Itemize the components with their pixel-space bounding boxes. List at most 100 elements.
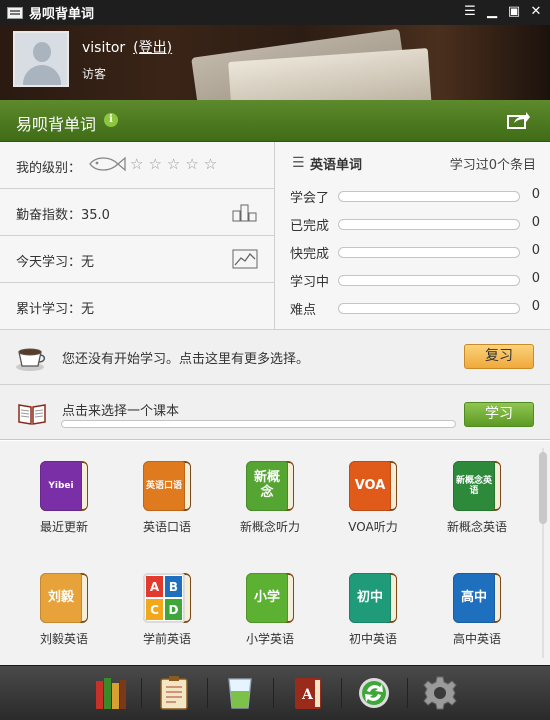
book-cover-icon[interactable]: Yibei [40, 461, 88, 511]
book-item[interactable]: 小学 小学英语 [220, 573, 320, 647]
close-icon[interactable]: ✕ [528, 3, 544, 21]
coffee-cup-icon [16, 348, 46, 371]
book-item[interactable]: 新概念英语 新概念英语 [427, 461, 527, 535]
book-label[interactable]: 小学英语 [220, 630, 320, 647]
book-label[interactable]: 高中英语 [427, 630, 527, 647]
glass-icon[interactable] [222, 675, 258, 711]
book-cover-text: 初中 [356, 589, 383, 605]
book-item[interactable]: Yibei 最近更新 [14, 461, 114, 535]
course-bar[interactable]: 点击来选择一个课本 学习 [0, 385, 550, 440]
book-item[interactable]: 初中初中英语 [323, 573, 423, 647]
book-cover-icon[interactable]: 新概念 [246, 461, 294, 511]
logout-link[interactable]: (登出) [133, 40, 172, 56]
book-item[interactable]: 刘毅 刘毅英语 [14, 573, 114, 647]
book-label[interactable]: 初中英语 [323, 630, 423, 647]
user-banner: visitor (登出) 访客 [0, 25, 550, 100]
book-cover-text: 新概念英语 [455, 475, 492, 496]
book-item[interactable]: A B C D 学前英语 [117, 573, 217, 647]
progress-value: 0 [531, 299, 540, 314]
open-book-icon [18, 404, 46, 425]
review-button[interactable]: 复习 [464, 344, 534, 369]
info-icon[interactable]: i [104, 113, 118, 127]
scroll-thumb[interactable] [539, 452, 547, 524]
total-row: 累计学习：无 [0, 283, 275, 330]
word-stats: ☰ 英语单词 学习过0个条目 学会了 0 已完成 0 快完成 0 学习中 0 难点 0 [275, 142, 550, 330]
book-label[interactable]: 学前英语 [117, 630, 217, 647]
app-header: 易呗背单词 i [0, 100, 550, 142]
progress-value: 0 [531, 243, 540, 258]
settings-icon[interactable] [422, 675, 458, 711]
progress-row: 学会了 0 [290, 185, 540, 206]
course-text[interactable]: 点击来选择一个课本 [62, 400, 179, 419]
level-label: 我的级别： [16, 161, 82, 176]
progress-row: 学习中 0 [290, 269, 540, 290]
book-label[interactable]: 最近更新 [14, 518, 114, 535]
notebook-icon[interactable] [156, 675, 192, 711]
today-label: 今天学习：无 [16, 255, 95, 270]
stats-left: 我的级别： ☆☆☆☆☆ 勤奋指数：35.0 今天学习：无 累计学习：无 [0, 142, 275, 330]
study-button[interactable]: 学习 [464, 402, 534, 427]
level-stars: ☆☆☆☆☆ [130, 155, 223, 173]
book-cover-icon[interactable]: 小学 [246, 573, 294, 623]
book-cover-icon[interactable]: VOA [349, 461, 397, 511]
book-cover-icon[interactable]: ABCD [143, 573, 191, 623]
maximize-icon[interactable]: ▣ [506, 3, 522, 21]
progress-label: 学习中 [290, 275, 330, 290]
review-text[interactable]: 您还没有开始学习。点击这里有更多选择。 [62, 348, 309, 367]
book-label[interactable]: 英语口语 [117, 518, 217, 535]
book-cover-text: 新概念 [253, 470, 280, 500]
book-item[interactable]: 英语口语 英语口语 [117, 461, 217, 535]
username-line: visitor (登出) [82, 37, 172, 57]
stats-panel: 我的级别： ☆☆☆☆☆ 勤奋指数：35.0 今天学习：无 累计学习：无 ☰ 英语… [0, 142, 550, 330]
username: visitor [82, 40, 126, 56]
book-cover-text: Yibei [48, 480, 74, 491]
progress-label: 快完成 [290, 247, 330, 262]
chart-icon[interactable] [232, 249, 258, 269]
avatar[interactable] [13, 31, 69, 87]
progress-track [338, 303, 520, 314]
progress-label: 难点 [290, 303, 317, 318]
diligence-label: 勤奋指数：35.0 [16, 208, 110, 223]
book-item[interactable]: 新概念新概念听力 [220, 461, 320, 535]
share-icon[interactable] [506, 110, 530, 130]
book-cover-icon[interactable]: 英语口语 [143, 461, 191, 511]
book-item[interactable]: VOA VOA听力 [323, 461, 423, 535]
book-cover-icon[interactable]: 新概念英语 [453, 461, 501, 511]
book-grid: Yibei 最近更新 英语口语 英语口语 新概念 新概念听力 VOA VOA听力 新概念英语 新概… [0, 441, 550, 665]
book-cover-icon[interactable]: 初中 [349, 573, 397, 623]
review-bar[interactable]: 您还没有开始学习。点击这里有更多选择。 复习 [0, 330, 550, 385]
progress-value: 0 [531, 271, 540, 286]
book-cover-text: VOA [354, 477, 386, 493]
book-label[interactable]: 新概念听力 [220, 518, 320, 535]
course-progress [61, 420, 456, 428]
book-label[interactable]: 刘毅英语 [14, 630, 114, 647]
minimize-icon[interactable]: ▁ [484, 3, 500, 21]
window-title: 易呗背单词 [29, 7, 95, 22]
library-icon[interactable] [93, 675, 129, 711]
window-controls: ☰ ▁ ▣ ✕ [462, 3, 544, 21]
app-icon [7, 6, 23, 19]
header-title: 易呗背单词 [16, 115, 97, 134]
sync-icon[interactable] [356, 675, 392, 711]
today-row: 今天学习：无 [0, 236, 275, 283]
progress-track [338, 247, 520, 258]
progress-value: 0 [531, 187, 540, 202]
book-item[interactable]: 高中高中英语 [427, 573, 527, 647]
book-label[interactable]: 新概念英语 [427, 518, 527, 535]
ranking-icon[interactable] [232, 202, 258, 222]
bottom-toolbar: A [0, 665, 550, 720]
book-cover-text: 高中 [460, 589, 487, 605]
studied-count: 学习过0个条目 [449, 158, 536, 173]
total-label: 累计学习：无 [16, 302, 95, 317]
list-icon: ☰ [292, 155, 305, 171]
progress-row: 快完成 0 [290, 241, 540, 262]
progress-track [338, 275, 520, 286]
book-label[interactable]: VOA听力 [323, 518, 423, 535]
dictionary-icon[interactable]: A [290, 675, 326, 711]
book-cover-text: 英语口语 [145, 480, 182, 491]
progress-track [338, 219, 520, 230]
book-cover-icon[interactable]: 刘毅 [40, 573, 88, 623]
book-cover-icon[interactable]: 高中 [453, 573, 501, 623]
menu-icon[interactable]: ☰ [462, 3, 478, 21]
scrollbar[interactable] [539, 448, 548, 658]
